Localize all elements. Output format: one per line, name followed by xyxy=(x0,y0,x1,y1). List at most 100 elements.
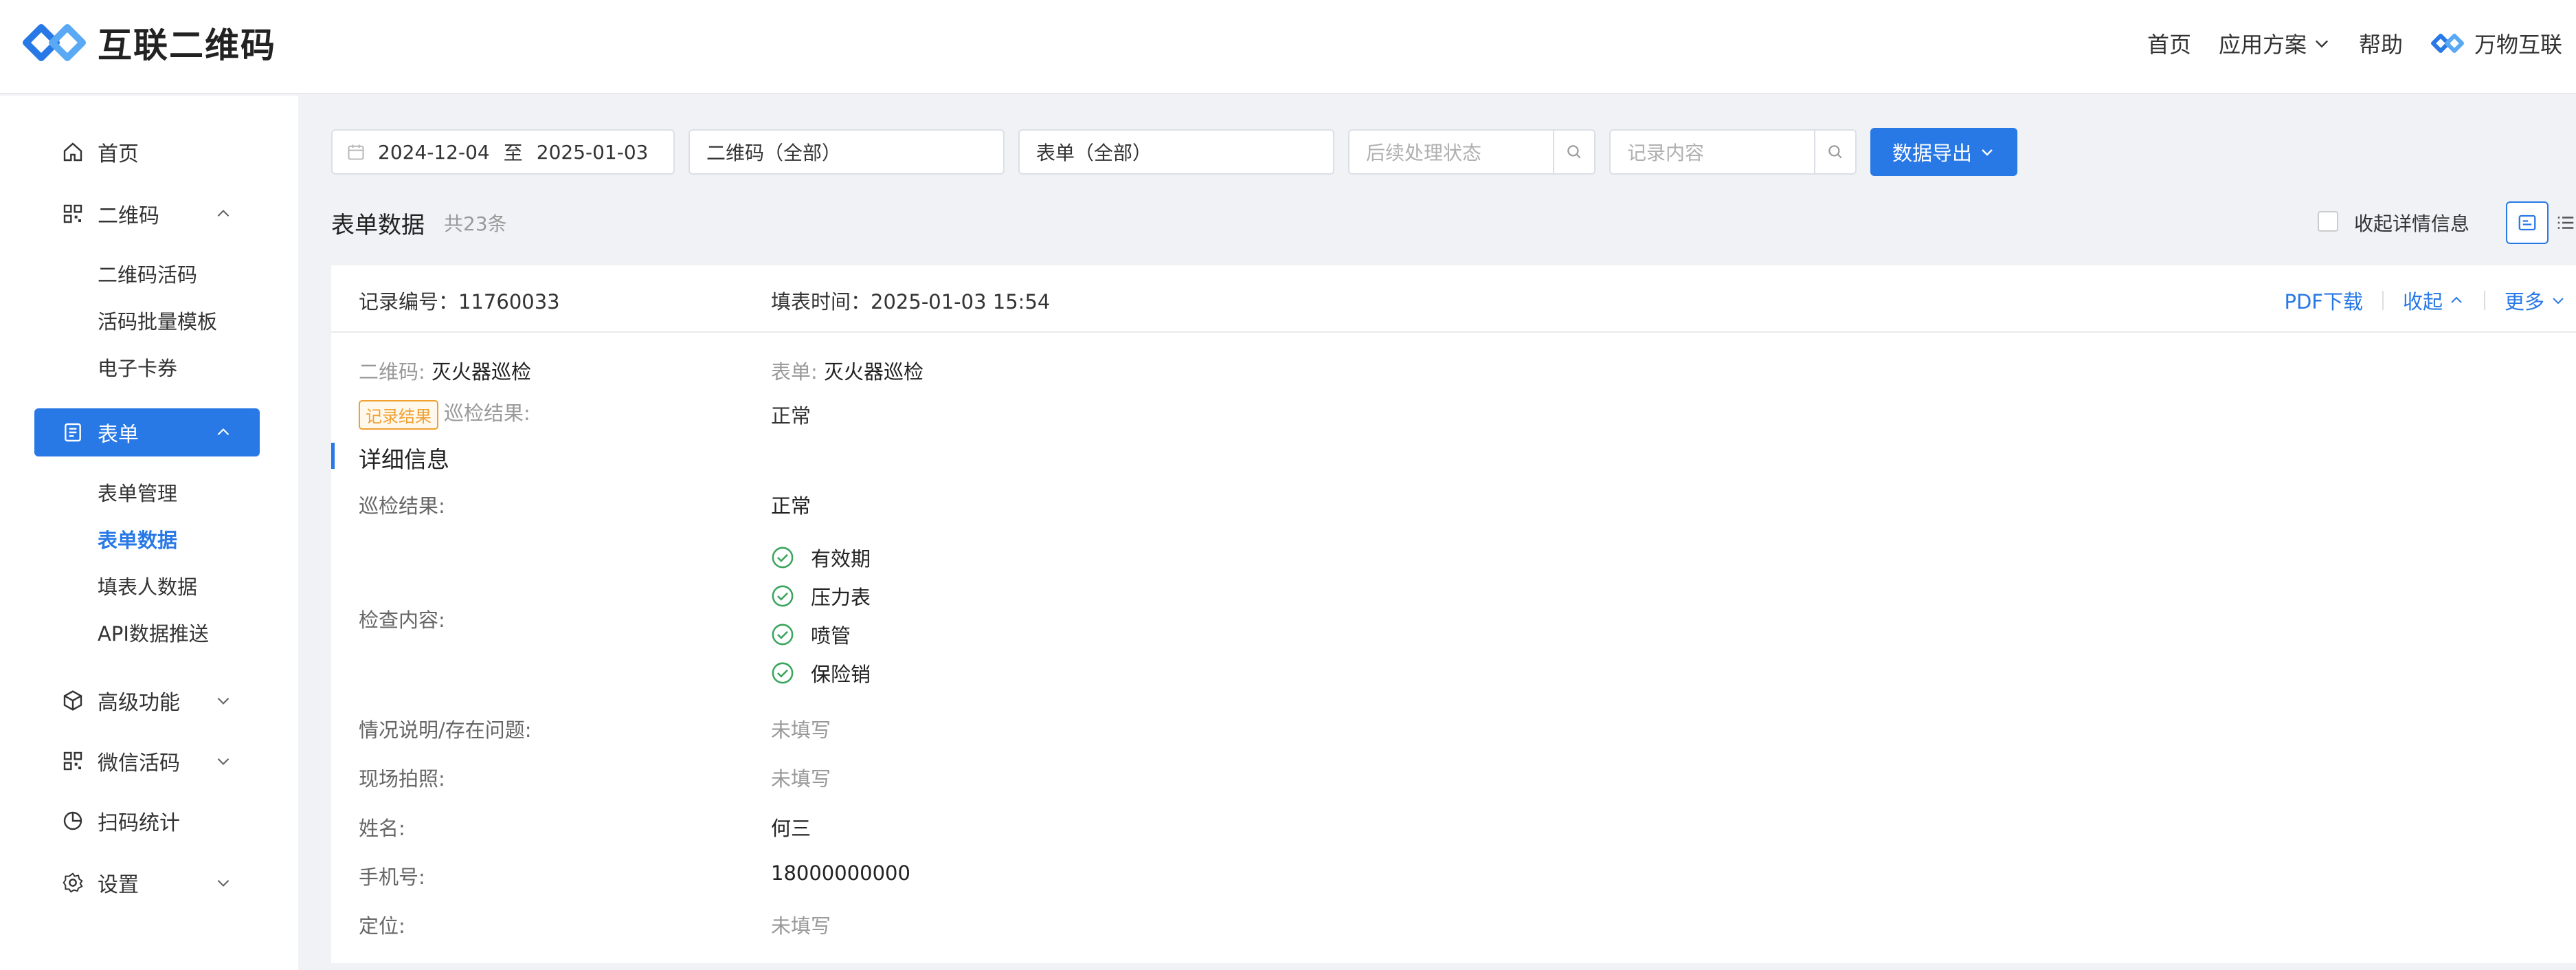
more-link[interactable]: 更多 xyxy=(2505,286,2566,315)
record-qrcode-label: 二维码: xyxy=(359,360,425,384)
detail-label-phone: 手机号: xyxy=(359,866,425,889)
sidebar-item-label: 扫码统计 xyxy=(98,811,180,835)
search-icon xyxy=(1567,145,1581,159)
sidebar-subitem-qrcode-live[interactable]: 二维码活码 xyxy=(98,259,197,288)
chevron-down-icon xyxy=(2553,298,2564,305)
nav-home[interactable]: 首页 xyxy=(2147,27,2191,59)
record-qrcode: 二维码: 灭火器巡检 xyxy=(359,356,531,385)
sidebar-subitem-batch-template[interactable]: 活码批量模板 xyxy=(98,306,217,335)
status-search-button[interactable] xyxy=(1553,131,1594,173)
record-time-label: 填表时间： xyxy=(771,290,871,313)
detail-title-accent xyxy=(331,443,335,469)
sidebar-subitem-api-push[interactable]: API数据推送 xyxy=(98,618,209,647)
check-item-label: 有效期 xyxy=(811,547,871,571)
brand-logo[interactable]: 互联二维码 xyxy=(21,18,276,67)
cube-icon xyxy=(63,690,82,711)
form-icon xyxy=(65,423,81,442)
pdf-download-link[interactable]: PDF下载 xyxy=(2284,286,2363,315)
nav-iot[interactable]: 万物互联 xyxy=(2430,27,2562,59)
sidebar-item-scan-stats[interactable]: 扫码统计 xyxy=(34,797,260,845)
date-start: 2024-12-04 xyxy=(378,140,490,164)
check-item: 压力表 xyxy=(771,582,871,610)
collapse-link[interactable]: 收起 xyxy=(2403,286,2465,315)
record-result-value: 正常 xyxy=(771,404,811,428)
export-button[interactable]: 数据导出 xyxy=(1870,128,2017,176)
record-result-label: 巡检结果: xyxy=(444,401,530,425)
chevron-up-icon xyxy=(2451,296,2462,303)
sidebar-subitem-form-data[interactable]: 表单数据 xyxy=(98,525,177,553)
sidebar-item-form[interactable]: 表单 xyxy=(34,408,260,456)
page-title: 表单数据 xyxy=(331,212,425,239)
sidebar-item-wechat-qrcode[interactable]: 微信活码 xyxy=(34,737,260,785)
detail-label-photo: 现场拍照: xyxy=(359,767,445,791)
sidebar-item-label: 表单 xyxy=(98,423,139,447)
record-count: 共23条 xyxy=(444,212,507,235)
check-circle-icon xyxy=(772,585,794,607)
gear-icon xyxy=(63,872,83,893)
chevron-up-icon xyxy=(217,428,229,436)
sidebar-item-label: 高级功能 xyxy=(98,691,180,715)
sidebar-item-advanced[interactable]: 高级功能 xyxy=(34,676,260,725)
record-form: 表单: 灭火器巡检 xyxy=(771,356,923,385)
record-actions: PDF下载 收起 更多 xyxy=(2284,286,2566,315)
detail-label-description: 情况说明/存在问题: xyxy=(359,718,532,742)
record-card: 记录编号：11760033 填表时间：2025-01-03 15:54 PDF下… xyxy=(331,265,2576,963)
collapse-details-checkbox[interactable] xyxy=(2318,211,2338,232)
sidebar-item-home[interactable]: 首页 xyxy=(34,128,260,176)
pie-chart-icon xyxy=(63,811,82,830)
sidebar-subitem-form-manage[interactable]: 表单管理 xyxy=(98,478,177,507)
record-id-label: 记录编号： xyxy=(359,290,459,313)
sidebar-item-label: 二维码 xyxy=(98,204,159,228)
collapse-link-label: 收起 xyxy=(2402,290,2443,313)
chevron-down-icon xyxy=(217,697,229,705)
form-select[interactable]: 表单（全部） xyxy=(1018,129,1334,175)
home-icon xyxy=(63,142,82,162)
logo-icon xyxy=(23,24,86,61)
detail-label-inspection-result: 巡检结果: xyxy=(359,494,445,518)
export-button-label: 数据导出 xyxy=(1892,142,1972,165)
top-header: 互联二维码 首页 应用方案 帮助 万物互联 xyxy=(0,0,2576,94)
list-view-button[interactable] xyxy=(2555,201,2576,244)
record-result: 记录结果 巡检结果: xyxy=(359,397,530,430)
record-time: 填表时间：2025-01-03 15:54 xyxy=(771,286,1050,315)
status-search-input[interactable]: 后续处理状态 xyxy=(1348,129,1595,175)
sidebar-item-qrcode[interactable]: 二维码 xyxy=(34,190,260,238)
search-icon xyxy=(1828,145,1842,159)
chevron-down-icon xyxy=(217,758,229,765)
content-search-input[interactable]: 记录内容 xyxy=(1609,129,1857,175)
list-view-icon xyxy=(2557,217,2574,229)
card-view-button[interactable] xyxy=(2506,201,2549,244)
detail-label-location: 定位: xyxy=(359,914,405,938)
calendar-icon xyxy=(348,144,364,160)
detail-value-photo: 未填写 xyxy=(771,767,831,791)
detail-value-phone: 18000000000 xyxy=(771,861,910,885)
sidebar-subitem-ecard[interactable]: 电子卡券 xyxy=(98,353,177,382)
detail-value-name: 何三 xyxy=(771,817,811,840)
qrcode-icon xyxy=(63,204,82,223)
qrcode-select-value: 二维码（全部） xyxy=(706,142,842,164)
detail-label-name: 姓名: xyxy=(359,817,405,840)
detail-value-location: 未填写 xyxy=(771,914,831,938)
check-item: 保险销 xyxy=(771,659,871,687)
date-separator: 至 xyxy=(503,142,523,164)
detail-title: 详细信息 xyxy=(359,446,449,473)
nav-help[interactable]: 帮助 xyxy=(2359,27,2403,59)
collapse-details-label[interactable]: 收起详情信息 xyxy=(2354,209,2469,236)
record-result-tag: 记录结果 xyxy=(359,399,438,430)
check-item-label: 喷管 xyxy=(811,624,851,648)
record-form-value: 灭火器巡检 xyxy=(824,360,924,384)
iot-logo-icon xyxy=(2430,33,2464,53)
content-search-button[interactable] xyxy=(1814,131,1855,173)
qrcode-select[interactable]: 二维码（全部） xyxy=(688,129,1005,175)
nav-solutions[interactable]: 应用方案 xyxy=(2219,27,2331,59)
sidebar-item-settings[interactable]: 设置 xyxy=(34,859,260,907)
chevron-down-icon xyxy=(1982,149,1993,156)
date-range-picker[interactable]: 2024-12-04 至 2025-01-03 xyxy=(331,129,675,175)
action-divider xyxy=(2382,291,2384,310)
content-search-placeholder: 记录内容 xyxy=(1627,142,1705,164)
check-item-label: 保险销 xyxy=(811,663,871,686)
date-end: 2025-01-03 xyxy=(536,140,649,164)
record-id-value: 11760033 xyxy=(458,290,560,313)
sidebar-subitem-filler-data[interactable]: 填表人数据 xyxy=(98,571,197,600)
sidebar-item-label: 设置 xyxy=(98,873,139,897)
